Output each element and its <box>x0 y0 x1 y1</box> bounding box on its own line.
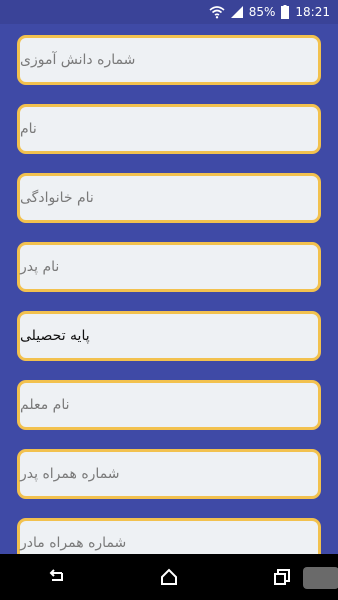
clock: 18:21 <box>295 5 330 19</box>
father-phone-field[interactable]: شماره همراه پدر <box>17 449 321 499</box>
mother-phone-placeholder: شماره همراه مادر <box>20 535 127 551</box>
mother-phone-field[interactable]: شماره همراه مادر <box>17 518 321 554</box>
battery-percent: 85% <box>248 5 276 19</box>
grade-select[interactable]: پایه تحصیلی <box>17 311 321 361</box>
first-name-placeholder: نام <box>20 121 37 137</box>
father-name-placeholder: نام پدر <box>20 259 60 275</box>
first-name-field[interactable]: نام <box>17 104 321 154</box>
app-store-badge <box>303 567 338 589</box>
back-icon[interactable] <box>36 562 76 592</box>
last-name-field[interactable]: نام خانوادگی <box>17 173 321 223</box>
cell-signal-icon <box>230 6 243 18</box>
last-name-placeholder: نام خانوادگی <box>20 190 94 206</box>
father-phone-placeholder: شماره همراه پدر <box>20 466 120 482</box>
student-number-placeholder: شماره دانش آموزی <box>20 52 136 68</box>
recent-apps-icon[interactable] <box>262 562 302 592</box>
home-icon[interactable] <box>149 562 189 592</box>
student-number-field[interactable]: شماره دانش آموزی <box>17 35 321 85</box>
wifi-icon <box>209 5 225 19</box>
teacher-name-placeholder: نام معلم <box>20 397 70 413</box>
teacher-name-field[interactable]: نام معلم <box>17 380 321 430</box>
form-container: شماره دانش آموزی نام نام خانوادگی نام پد… <box>0 24 338 554</box>
father-name-field[interactable]: نام پدر <box>17 242 321 292</box>
battery-icon <box>281 5 290 19</box>
status-bar: 85% 18:21 <box>0 0 338 24</box>
navigation-bar <box>0 554 338 600</box>
grade-select-label: پایه تحصیلی <box>20 328 90 344</box>
